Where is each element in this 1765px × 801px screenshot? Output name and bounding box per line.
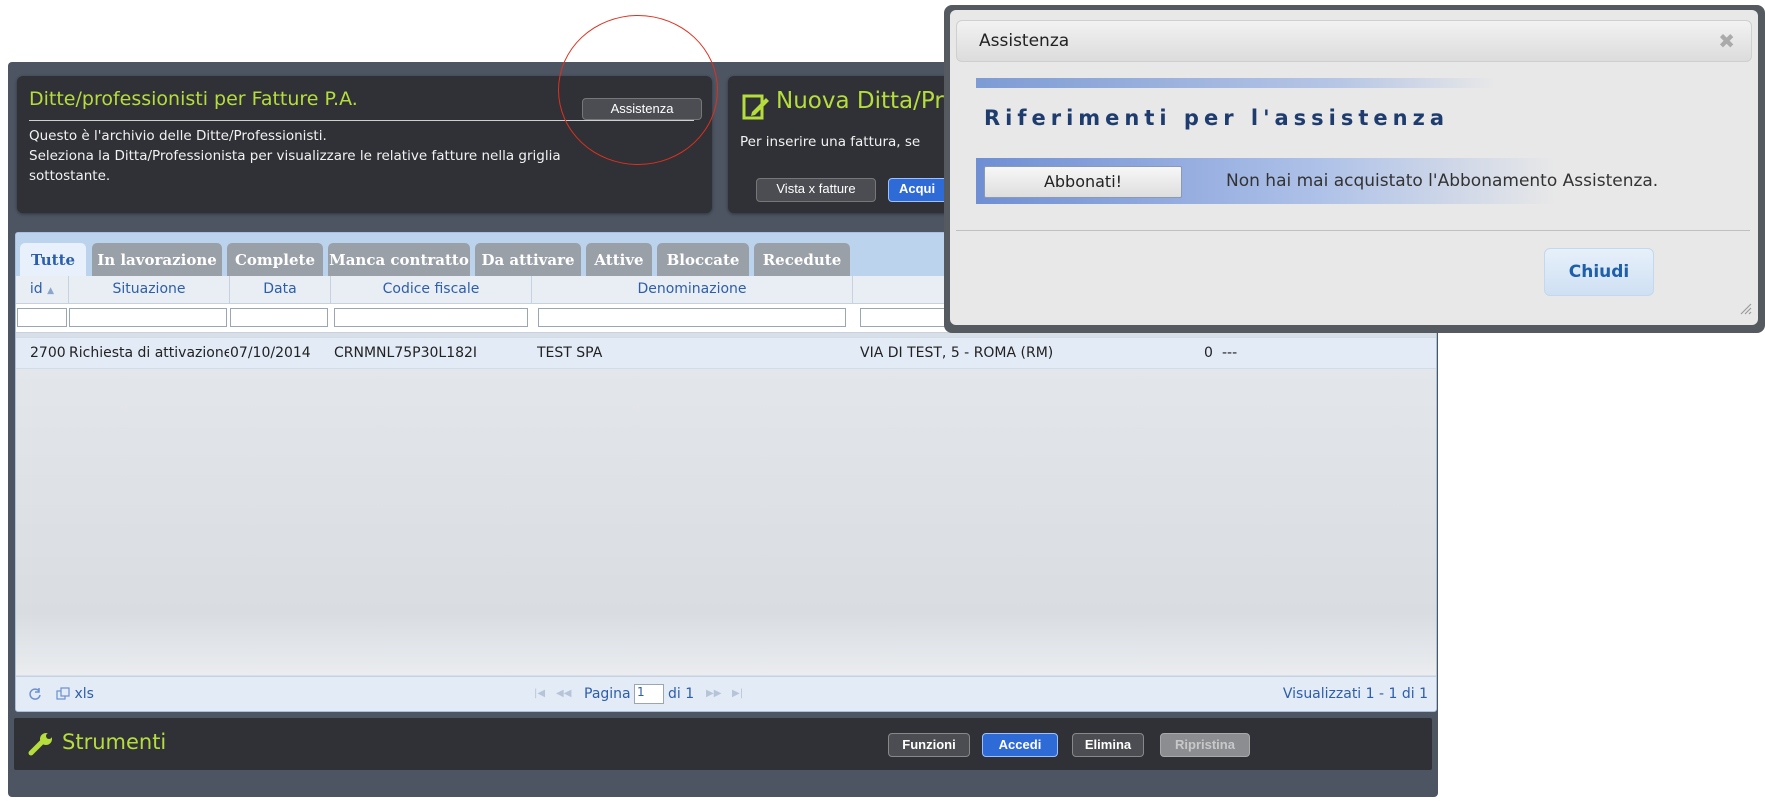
export-xls-button[interactable]: xls: [56, 677, 94, 711]
export-icon: [56, 686, 74, 702]
description-line: sottostante.: [29, 168, 111, 184]
dialog-title: Assistenza: [979, 31, 1070, 51]
ripristina-button: Ripristina: [1160, 733, 1250, 757]
page-count-label: di 1: [668, 686, 695, 702]
assistenza-dialog: Assistenza ✖ Riferimenti per l'assistenz…: [950, 10, 1758, 325]
edit-document-icon: [742, 92, 770, 126]
abbonati-button[interactable]: Abbonati!: [984, 166, 1182, 198]
filter-codice-input[interactable]: [334, 308, 528, 327]
col-id[interactable]: id ▲: [16, 276, 69, 303]
filter-denominazione-input[interactable]: [538, 308, 846, 327]
col-id-label: id: [29, 281, 43, 297]
subscription-message: Non hai mai acquistato l'Abbonamento Ass…: [1226, 171, 1659, 191]
close-icon[interactable]: ✖: [1718, 29, 1735, 53]
decorative-bar: [976, 78, 1496, 88]
tools-bar: Strumenti Funzioni Accedi Elimina Ripris…: [14, 718, 1432, 770]
resize-grip-icon[interactable]: [1738, 301, 1752, 319]
cell-codice-fiscale: CRNMNL75P30L182I: [334, 345, 478, 361]
cell-id: 2700: [30, 345, 66, 361]
tab-complete[interactable]: Complete: [227, 243, 323, 276]
col-data[interactable]: Data: [230, 276, 331, 303]
accedi-button[interactable]: Accedi: [982, 733, 1058, 757]
export-label: xls: [74, 686, 94, 702]
description-line: Seleziona la Ditta/Professionista per vi…: [29, 148, 561, 164]
next-page-icon[interactable]: ▶▶: [706, 677, 721, 711]
tab-recedute[interactable]: Recedute: [754, 243, 850, 276]
tab-attive[interactable]: Attive: [586, 243, 652, 276]
last-page-icon[interactable]: ▶|: [732, 677, 743, 711]
filter-id-input[interactable]: [17, 308, 67, 327]
panel-title: Ditte/professionisti per Fatture P.A.: [29, 88, 358, 110]
tab-in-lavorazione[interactable]: In lavorazione: [92, 243, 222, 276]
grid-empty-area: [16, 369, 1436, 675]
cell-indirizzo: VIA DI TEST, 5 - ROMA (RM): [860, 345, 1054, 361]
vista-fatture-button[interactable]: Vista x fatture: [756, 178, 876, 202]
page-number-input[interactable]: 1: [634, 684, 664, 704]
first-page-icon[interactable]: |◀: [534, 677, 545, 711]
elimina-button[interactable]: Elimina: [1072, 733, 1144, 757]
table-row[interactable]: 2700 Richiesta di attivazione 07/10/2014…: [16, 337, 1436, 369]
dialog-divider: [956, 230, 1750, 231]
sort-ascending-icon: ▲: [47, 286, 55, 296]
tab-manca-contratto[interactable]: Manca contratto: [328, 243, 470, 276]
col-denominazione[interactable]: Denominazione: [532, 276, 853, 303]
tools-title: Strumenti: [62, 730, 167, 754]
cell-situazione: Richiesta di attivazione: [69, 345, 229, 361]
dialog-header[interactable]: Assistenza ✖: [956, 20, 1752, 62]
pagina-label: Pagina: [584, 686, 631, 702]
cell-count: 0: [1204, 345, 1213, 361]
chiudi-button[interactable]: Chiudi: [1544, 248, 1654, 296]
cell-data: 07/10/2014: [230, 345, 311, 361]
grid-pager: xls |◀ ◀◀ Pagina 1 di 1 ▶▶ ▶| Visualizza…: [16, 676, 1436, 711]
panel-title: Nuova Ditta/Pr: [776, 88, 944, 114]
annotation-circle: [558, 15, 718, 165]
dialog-heading: Riferimenti per l'assistenza: [984, 106, 1449, 130]
wrench-icon: [28, 732, 54, 760]
col-codice-fiscale[interactable]: Codice fiscale: [331, 276, 532, 303]
tab-da-attivare[interactable]: Da attivare: [475, 243, 581, 276]
cell-denominazione: TEST SPA: [537, 345, 603, 361]
prev-page-icon[interactable]: ◀◀: [556, 677, 571, 711]
refresh-icon[interactable]: [28, 677, 42, 711]
filter-data-input[interactable]: [230, 308, 328, 327]
funzioni-button[interactable]: Funzioni: [888, 733, 970, 757]
tab-tutte[interactable]: Tutte: [20, 243, 86, 276]
records-summary: Visualizzati 1 - 1 di 1: [1282, 686, 1428, 702]
filter-situazione-input[interactable]: [69, 308, 227, 327]
col-situazione[interactable]: Situazione: [69, 276, 230, 303]
row-menu[interactable]: ---: [1222, 338, 1252, 368]
tab-bloccate[interactable]: Bloccate: [657, 243, 749, 276]
